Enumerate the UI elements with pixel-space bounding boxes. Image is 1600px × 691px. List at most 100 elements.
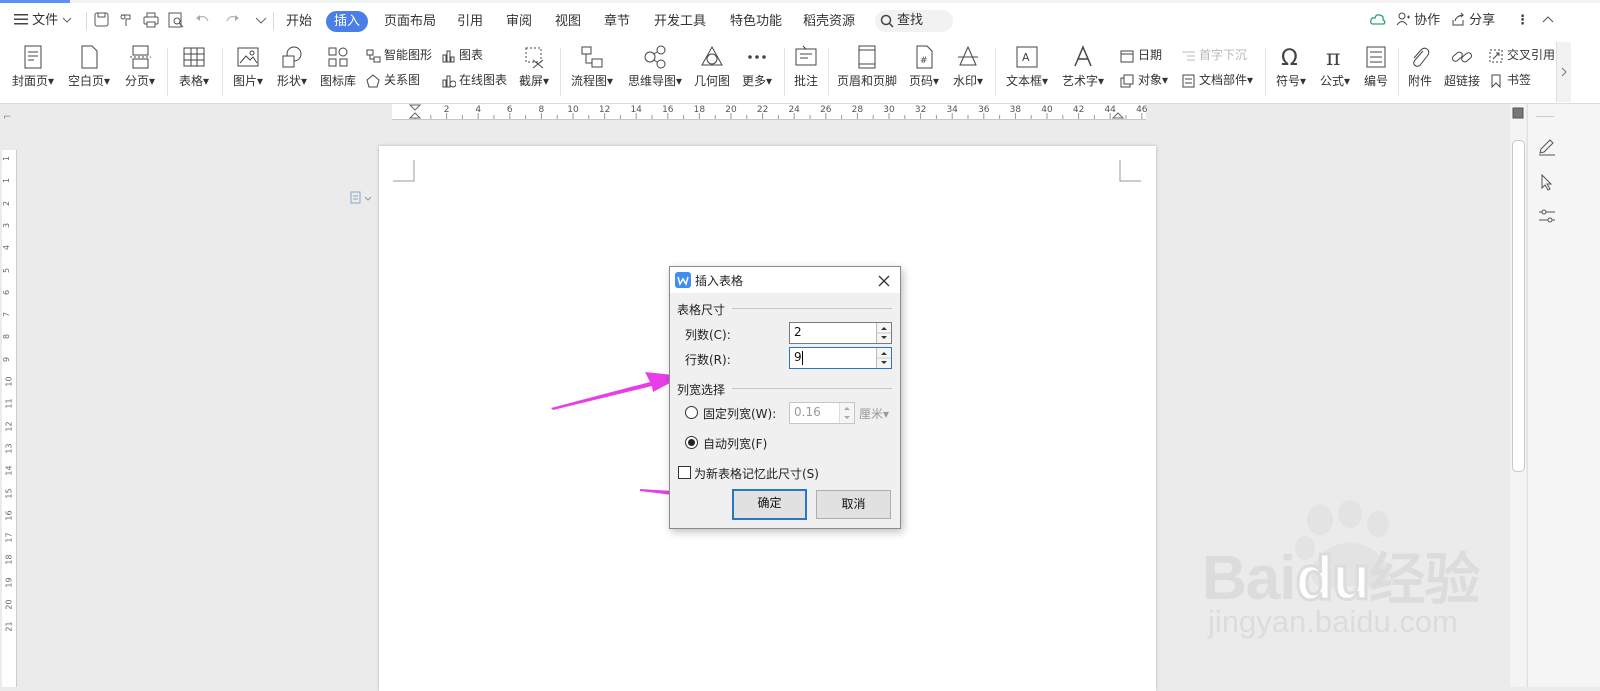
rows-stepper[interactable]: 9: [789, 347, 892, 369]
ruler-number: 19: [4, 577, 14, 588]
print-icon[interactable]: [142, 11, 160, 29]
select-cursor-icon[interactable]: [1537, 172, 1557, 192]
tab-features[interactable]: 特色功能: [730, 11, 782, 32]
right-indent-marker-icon[interactable]: [1112, 104, 1124, 120]
tab-developer[interactable]: 开发工具: [654, 11, 706, 32]
columns-spin-buttons[interactable]: [876, 323, 891, 343]
undo-icon[interactable]: [193, 11, 211, 29]
table-button[interactable]: 表格▾: [176, 42, 212, 102]
object-button[interactable]: 对象▾: [1120, 70, 1168, 90]
mindmap-label: 思维导图▾: [627, 74, 683, 88]
ruler-number: 8: [2, 334, 12, 340]
cross-reference-button[interactable]: 交叉引用: [1489, 45, 1555, 65]
hyperlink-button[interactable]: 超链接: [1444, 42, 1480, 102]
header-footer-label: 页眉和页脚: [836, 74, 897, 88]
attachment-button[interactable]: 附件: [1406, 42, 1434, 102]
page-number-button[interactable]: # 页码▾: [906, 42, 942, 102]
cancel-button[interactable]: 取消: [816, 490, 891, 519]
ruler-number: 11: [4, 398, 14, 409]
file-menu[interactable]: 文件: [14, 10, 72, 32]
document-parts-button[interactable]: 文档部件▾: [1181, 70, 1253, 90]
ribbon-scroll-right[interactable]: [1556, 42, 1571, 102]
ruler-corner-icon[interactable]: ⌐: [3, 112, 11, 123]
scroll-thumb[interactable]: [1512, 140, 1525, 472]
watermark-button[interactable]: 水印▾: [952, 42, 984, 102]
omega-icon: Ω: [1281, 46, 1298, 70]
collaborate-button[interactable]: 协作: [1396, 10, 1440, 32]
formula-button[interactable]: π 公式▾: [1318, 42, 1352, 102]
flowchart-button[interactable]: 流程图▾: [570, 42, 614, 102]
screenshot-button[interactable]: 截屏▾: [516, 42, 552, 102]
rows-value: 9: [794, 350, 802, 364]
more-button[interactable]: 更多▾: [740, 42, 774, 102]
unit-dropdown[interactable]: 厘米▾: [859, 405, 889, 422]
bookmark-icon: [1491, 74, 1501, 88]
more-options-icon[interactable]: ⋮: [1516, 10, 1529, 32]
shape-button[interactable]: 形状▾: [274, 42, 310, 102]
save-icon[interactable]: [93, 11, 111, 29]
ok-button[interactable]: 确定: [732, 489, 807, 520]
geometry-button[interactable]: 几何图: [694, 42, 730, 102]
date-button[interactable]: 日期: [1120, 45, 1162, 65]
close-icon[interactable]: [877, 274, 891, 288]
page-break-button[interactable]: 分页▾: [122, 42, 158, 102]
textbox-button[interactable]: A 文本框▾: [1006, 42, 1048, 102]
tab-section[interactable]: 章节: [603, 11, 631, 32]
fixed-width-spin-buttons[interactable]: [839, 403, 854, 423]
chart-button[interactable]: 图表: [441, 45, 483, 65]
relation-chart-button[interactable]: 关系图: [366, 70, 420, 90]
smartart-button[interactable]: 智能图形: [366, 45, 432, 65]
tab-home[interactable]: 开始: [284, 11, 314, 32]
horizontal-ruler[interactable]: 2 4 6 8 10 12 14 16 18 20 22 24 26 28 30 32 34 36 38 40 42 44…: [392, 104, 1148, 120]
edit-pen-icon[interactable]: [1537, 137, 1557, 157]
print-preview-icon[interactable]: [167, 11, 185, 29]
rows-spin-buttons[interactable]: [876, 348, 891, 368]
dialog-titlebar[interactable]: 插入表格: [670, 267, 900, 293]
remember-size-checkbox[interactable]: [678, 466, 691, 479]
dropcap-button[interactable]: 首字下沉: [1181, 45, 1247, 65]
columns-stepper[interactable]: 2: [789, 322, 892, 344]
save-small-icon[interactable]: [1512, 107, 1524, 119]
online-chart-button[interactable]: 在线图表: [441, 70, 507, 90]
tab-review[interactable]: 审阅: [505, 11, 533, 32]
symbol-button[interactable]: Ω 符号▾: [1274, 42, 1308, 102]
document-parts-icon: [1182, 74, 1195, 87]
tab-docer-resources[interactable]: 稻壳资源: [803, 11, 855, 32]
fixed-width-stepper[interactable]: 0.16: [789, 402, 855, 424]
wordart-button[interactable]: 艺术字▾: [1062, 42, 1104, 102]
page-break-icon: [130, 45, 151, 69]
tab-insert[interactable]: 插入: [326, 11, 368, 32]
settings-sliders-icon[interactable]: [1537, 206, 1557, 226]
format-painter-icon[interactable]: [118, 11, 136, 29]
tab-references[interactable]: 引用: [456, 11, 484, 32]
auto-width-radio[interactable]: [685, 436, 698, 449]
numbering-button[interactable]: 编号: [1362, 42, 1390, 102]
search-box[interactable]: 查找: [875, 10, 953, 32]
vertical-ruler[interactable]: 1 1 2 3 4 5 6 7 8 9 10 11 12 13 14 15 16 17 18 19 20 21: [2, 150, 17, 687]
quick-access-dropdown-icon[interactable]: [252, 11, 270, 29]
unit-label: 厘米: [859, 407, 884, 421]
tab-view[interactable]: 视图: [554, 11, 582, 32]
menu-bar: 文件 开始 插入 页面布局 引用 审阅 视图 章节 开发工具 特色功能 稻壳资源…: [0, 0, 1600, 42]
paragraph-options-icon[interactable]: [350, 191, 372, 205]
mindmap-button[interactable]: 思维导图▾: [628, 42, 682, 102]
icon-library-button[interactable]: 图标库: [320, 42, 356, 102]
comment-button[interactable]: 批注: [792, 42, 820, 102]
share-button[interactable]: 分享: [1451, 10, 1495, 32]
cloud-sync-icon[interactable]: [1369, 11, 1387, 29]
blank-page-button[interactable]: 空白页▾: [66, 42, 112, 102]
ruler-number: 6: [506, 105, 513, 115]
tab-page-layout[interactable]: 页面布局: [384, 11, 436, 32]
blank-page-icon: [81, 45, 98, 69]
shape-icon: [282, 46, 302, 68]
header-footer-button[interactable]: 页眉和页脚: [837, 42, 897, 102]
cover-page-button[interactable]: 封面页▾: [10, 42, 56, 102]
link-icon: [1451, 51, 1473, 63]
fixed-width-radio[interactable]: [685, 406, 698, 419]
redo-icon[interactable]: [224, 11, 242, 29]
indent-marker-icon[interactable]: [409, 104, 421, 120]
spin-arrows-icon: [844, 407, 850, 419]
picture-button[interactable]: 图片▾: [230, 42, 266, 102]
bookmark-button[interactable]: 书签: [1489, 70, 1531, 90]
collapse-ribbon-icon[interactable]: [1539, 11, 1557, 29]
